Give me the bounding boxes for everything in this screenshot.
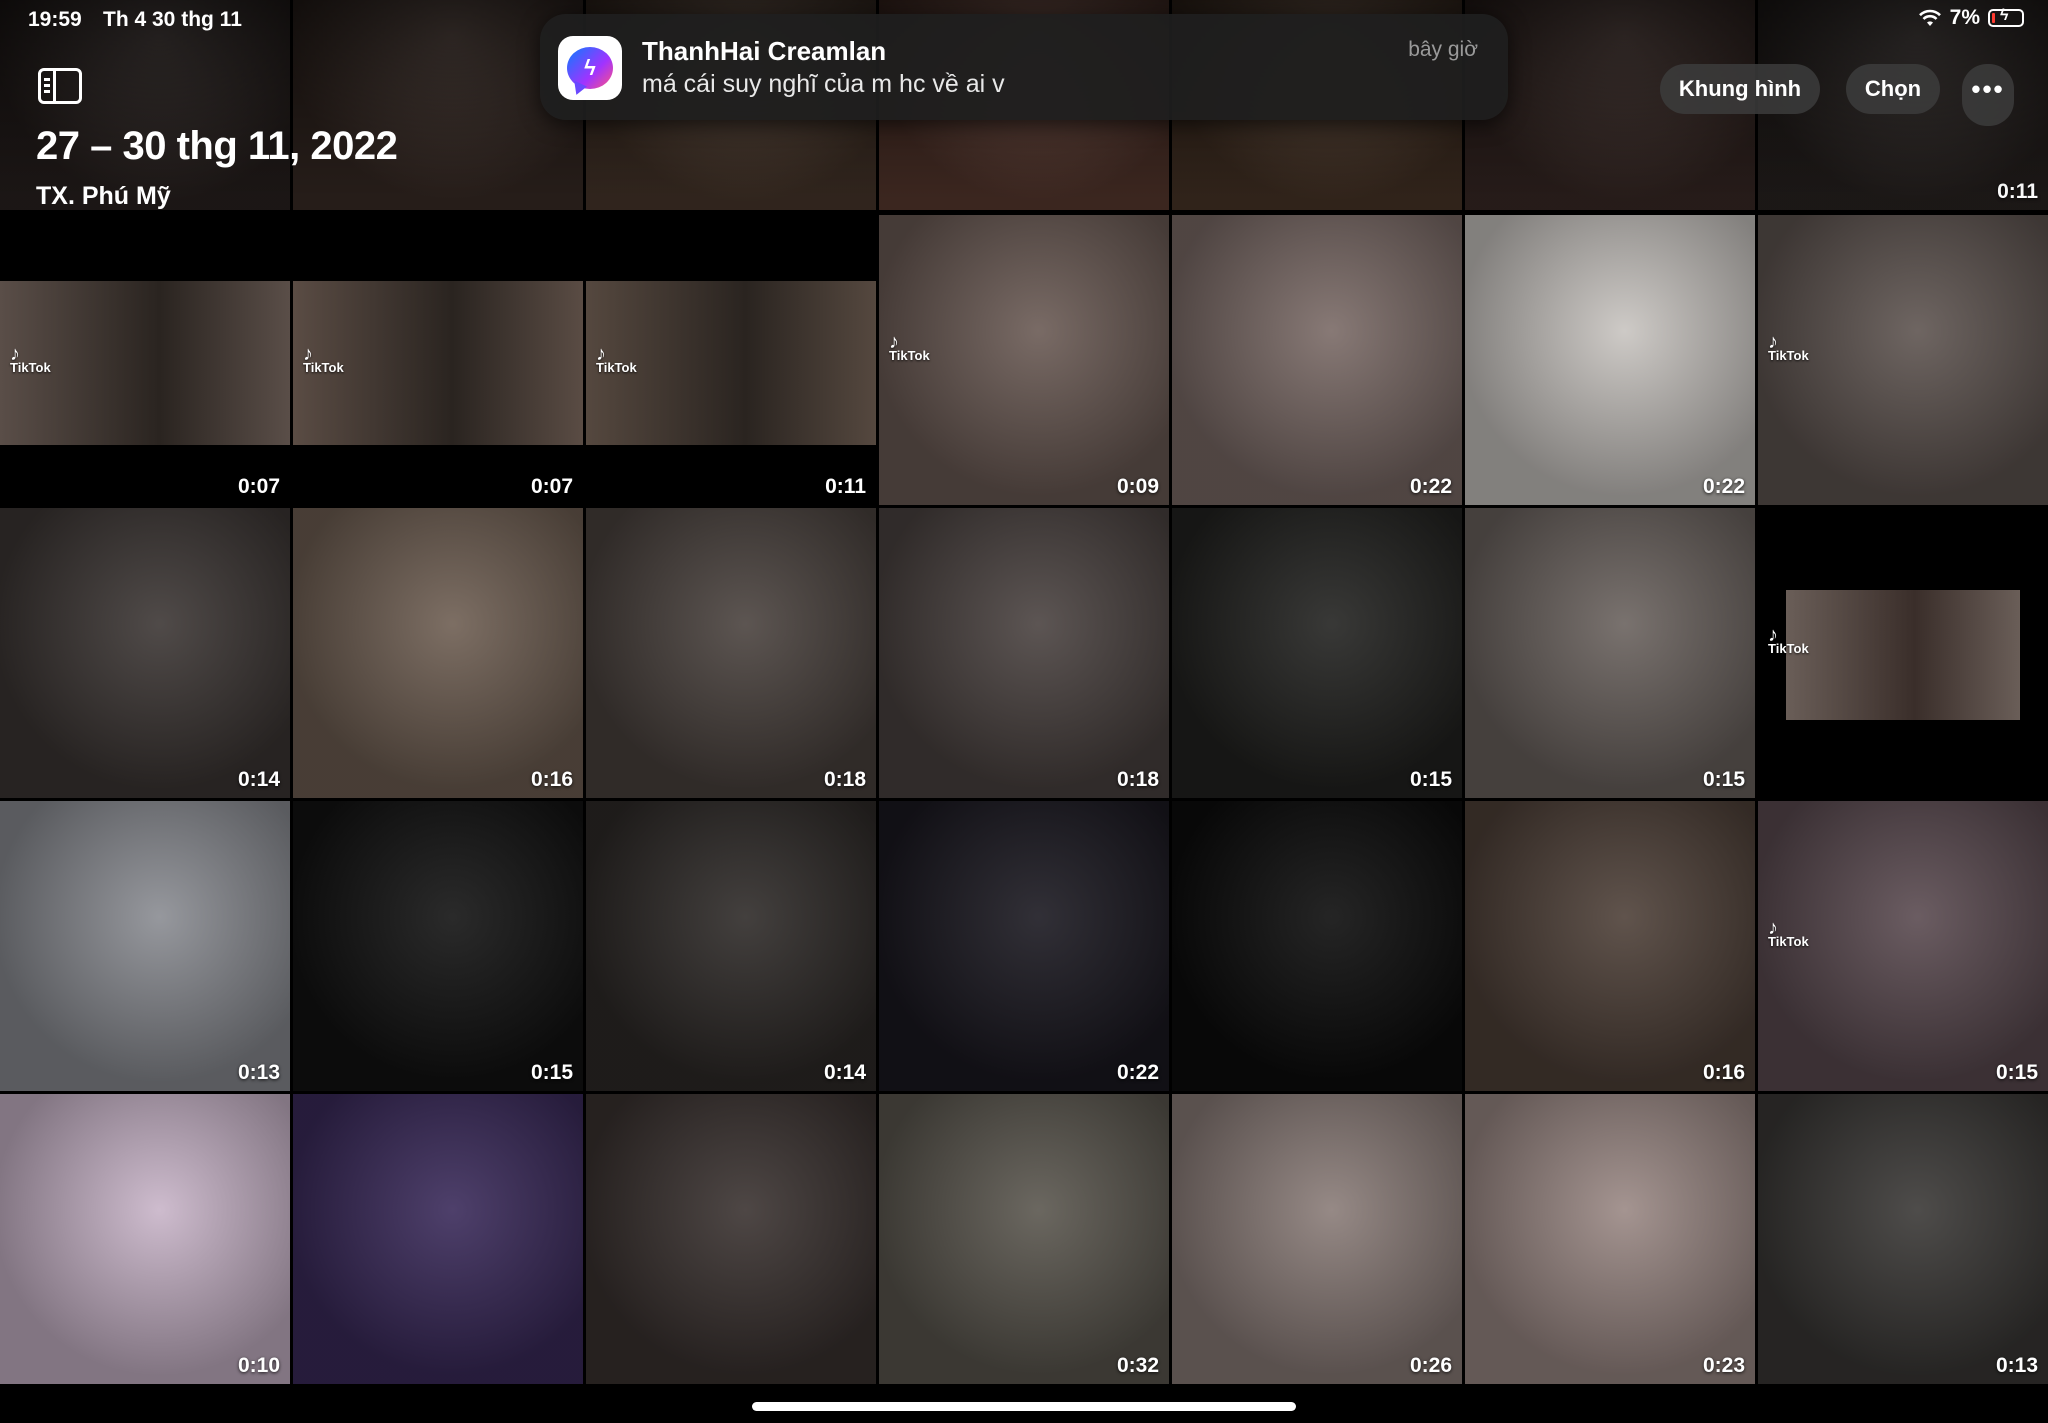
tiktok-label: TikTok <box>1768 934 1809 949</box>
tiktok-watermark: ♪ TikTok <box>596 343 637 375</box>
media-thumbnail[interactable] <box>293 1094 583 1384</box>
notification-sender: ThanhHai Creamlan <box>642 36 887 66</box>
tiktok-icon: ♪ <box>303 343 313 365</box>
video-duration: 0:16 <box>530 768 573 791</box>
tiktok-icon: ♪ <box>10 343 20 365</box>
media-thumbnail[interactable]: ♪ TikTok <box>1758 215 2048 505</box>
wifi-icon <box>1918 9 1941 26</box>
video-duration: 0:07 <box>530 475 573 498</box>
video-duration: 0:23 <box>1702 1354 1745 1377</box>
video-duration: 0:15 <box>1409 768 1452 791</box>
tiktok-label: TikTok <box>889 348 930 363</box>
tiktok-icon: ♪ <box>1768 624 1778 646</box>
status-indicators: 7% ϟ <box>1918 6 2024 30</box>
media-thumbnail[interactable]: 0:14 <box>0 508 290 798</box>
notification-time: bây giờ <box>1408 38 1478 61</box>
tiktok-label: TikTok <box>303 360 344 375</box>
video-duration: 0:18 <box>1116 768 1159 791</box>
media-thumbnail[interactable]: 0:10 <box>0 1094 290 1384</box>
video-duration: 0:10 <box>237 1354 280 1377</box>
select-button[interactable]: Chọn <box>1846 64 1940 114</box>
media-thumbnail[interactable] <box>293 0 583 210</box>
media-thumbnail[interactable]: 0:22 <box>1172 215 1462 505</box>
video-duration: 0:15 <box>530 1061 573 1084</box>
video-duration: 0:18 <box>823 768 866 791</box>
tiktok-watermark: ♪ TikTok <box>1768 917 1809 949</box>
video-duration: 0:26 <box>1409 1354 1452 1377</box>
tiktok-icon: ♪ <box>1768 331 1778 353</box>
messenger-notification[interactable]: ϟ ThanhHai Creamlan má cái suy nghĩ của … <box>540 14 1508 120</box>
media-thumbnail[interactable]: 0:13 <box>0 801 290 1091</box>
video-frame <box>1786 590 2020 720</box>
sidebar-toggle-icon[interactable] <box>38 68 82 104</box>
tiktok-label: TikTok <box>1768 641 1809 656</box>
video-duration: 0:32 <box>1116 1354 1159 1377</box>
battery-icon: ϟ <box>1988 7 2024 27</box>
more-options-icon[interactable]: ••• <box>1962 64 2014 126</box>
page-title: 27 – 30 thg 11, 2022 <box>36 124 398 168</box>
media-thumbnail[interactable]: ♪ TikTok 0:11 <box>586 215 876 505</box>
video-duration: 0:22 <box>1409 475 1452 498</box>
media-thumbnail[interactable]: 0:16 <box>293 508 583 798</box>
tiktok-icon: ♪ <box>1768 917 1778 939</box>
video-duration: 0:13 <box>237 1061 280 1084</box>
video-duration: 0:15 <box>1995 1061 2038 1084</box>
video-duration: 0:22 <box>1702 475 1745 498</box>
location-label: TX. Phú Mỹ <box>36 182 171 210</box>
media-thumbnail[interactable]: ♪ TikTok 0:15 <box>1758 801 2048 1091</box>
video-duration: 0:09 <box>1116 475 1159 498</box>
video-duration: 0:13 <box>1995 1354 2038 1377</box>
tiktok-watermark: ♪ TikTok <box>1768 331 1809 363</box>
tiktok-icon: ♪ <box>596 343 606 365</box>
status-time: 19:59 <box>28 8 82 31</box>
tiktok-label: TikTok <box>1768 348 1809 363</box>
media-thumbnail[interactable] <box>586 1094 876 1384</box>
media-thumbnail[interactable]: ♪ TikTok 0:07 <box>0 215 290 505</box>
media-thumbnail[interactable]: 0:14 <box>586 801 876 1091</box>
tiktok-icon: ♪ <box>889 331 899 353</box>
media-thumbnail[interactable]: 0:15 <box>293 801 583 1091</box>
aspect-ratio-button[interactable]: Khung hình <box>1660 64 1820 114</box>
video-duration: 0:22 <box>1116 1061 1159 1084</box>
status-date: Th 4 30 thg 11 <box>103 8 242 31</box>
media-thumbnail[interactable]: 0:15 <box>1172 508 1462 798</box>
media-thumbnail[interactable]: 0:22 <box>879 801 1169 1091</box>
media-thumbnail[interactable]: ♪ TikTok 0:09 <box>879 215 1169 505</box>
media-thumbnail[interactable]: 0:22 <box>1465 215 1755 505</box>
media-thumbnail[interactable]: 0:15 <box>1465 508 1755 798</box>
video-duration: 0:07 <box>237 475 280 498</box>
notification-message: má cái suy nghĩ của m hc về ai v <box>642 70 1005 98</box>
video-duration: 0:14 <box>237 768 280 791</box>
media-thumbnail[interactable] <box>1172 801 1462 1091</box>
media-thumbnail[interactable]: 0:18 <box>879 508 1169 798</box>
photo-grid: 0:11 ♪ TikTok 0:07 ♪ TikTok 0:07 ♪ TikTok 0:11 ♪ Ti… <box>0 0 2048 1423</box>
tiktok-watermark: ♪ TikTok <box>1768 624 1809 656</box>
media-thumbnail[interactable]: 0:18 <box>586 508 876 798</box>
media-thumbnail[interactable]: 0:23 <box>1465 1094 1755 1384</box>
tiktok-label: TikTok <box>596 360 637 375</box>
tiktok-watermark: ♪ TikTok <box>303 343 344 375</box>
messenger-icon: ϟ <box>558 36 622 100</box>
media-thumbnail[interactable]: 0:13 <box>1758 1094 2048 1384</box>
battery-percent: 7% <box>1949 6 1980 29</box>
video-duration: 0:14 <box>823 1061 866 1084</box>
video-duration: 0:11 <box>825 475 866 498</box>
media-thumbnail[interactable]: ♪ TikTok 0:07 <box>293 215 583 505</box>
media-thumbnail[interactable]: 0:32 <box>879 1094 1169 1384</box>
video-duration: 0:11 <box>1997 180 2038 203</box>
tiktok-label: TikTok <box>10 360 51 375</box>
tiktok-watermark: ♪ TikTok <box>889 331 930 363</box>
video-duration: 0:16 <box>1702 1061 1745 1084</box>
home-indicator[interactable] <box>752 1402 1296 1411</box>
video-duration: 0:15 <box>1702 768 1745 791</box>
tiktok-watermark: ♪ TikTok <box>10 343 51 375</box>
media-thumbnail[interactable]: 0:26 <box>1172 1094 1462 1384</box>
media-thumbnail[interactable]: 0:16 <box>1465 801 1755 1091</box>
media-thumbnail[interactable]: ♪ TikTok <box>1758 508 2048 798</box>
